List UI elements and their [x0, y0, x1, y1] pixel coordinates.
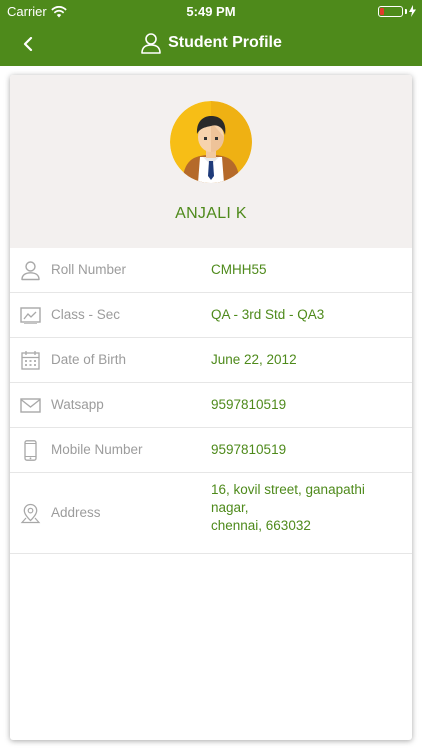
detail-row-mobile-number: Mobile Number 9597810519: [10, 428, 412, 473]
phone-icon: [24, 440, 37, 461]
detail-value: QA - 3rd Std - QA3: [211, 307, 325, 322]
detail-label: Roll Number: [51, 262, 127, 277]
detail-value-address: 16, kovil street, ganapathi nagar, chenn…: [211, 481, 401, 535]
address-line: 16, kovil street, ganapathi: [211, 482, 365, 497]
app-screen: Carrier 5:49 PM Student Profile ANJALI K…: [0, 0, 422, 750]
details-list: Roll Number CMHH55 Class - Sec QA - 3rd …: [10, 248, 412, 554]
detail-label: Class - Sec: [51, 307, 121, 322]
detail-label: Address: [51, 505, 101, 520]
page-title: Student Profile: [0, 32, 422, 54]
navigation-bar: Student Profile: [0, 22, 422, 66]
detail-value: 9597810519: [211, 397, 287, 412]
calendar-icon: [21, 351, 40, 370]
mail-icon: [20, 398, 41, 413]
address-line: nagar,: [211, 500, 249, 515]
page-title-text: Student Profile: [168, 34, 282, 51]
detail-value: June 22, 2012: [211, 352, 297, 367]
detail-value: CMHH55: [211, 262, 267, 277]
detail-row-roll-number: Roll Number CMHH55: [10, 248, 412, 293]
detail-label: Mobile Number: [51, 442, 143, 457]
student-name: ANJALI K: [175, 205, 247, 222]
detail-label: Watsapp: [51, 397, 104, 412]
detail-row-watsapp: Watsapp 9597810519: [10, 383, 412, 428]
detail-row-date-of-birth: Date of Birth June 22, 2012: [10, 338, 412, 383]
detail-row-class-sec: Class - Sec QA - 3rd Std - QA3: [10, 293, 412, 338]
person-outline-icon: [141, 33, 161, 54]
battery-icon: [378, 5, 416, 17]
detail-label: Date of Birth: [51, 352, 127, 367]
charging-icon: [409, 5, 416, 17]
clock: 5:49 PM: [186, 4, 236, 19]
detail-row-address: Address 16, kovil street, ganapathi naga…: [10, 473, 412, 554]
profile-card: ANJALI K Roll Number CMHH55 Class - Sec …: [10, 75, 412, 740]
location-pin-icon: [20, 503, 41, 524]
chart-icon: [20, 307, 41, 324]
status-bar: Carrier 5:49 PM: [0, 0, 422, 22]
detail-value: 9597810519: [211, 442, 287, 457]
top-bar: Carrier 5:49 PM Student Profile: [0, 0, 422, 66]
profile-header: ANJALI K: [10, 75, 412, 248]
person-icon: [21, 261, 40, 281]
student-avatar: [170, 101, 252, 183]
address-line: chennai, 663032: [211, 518, 311, 533]
student-avatar-illustration: [170, 101, 252, 183]
